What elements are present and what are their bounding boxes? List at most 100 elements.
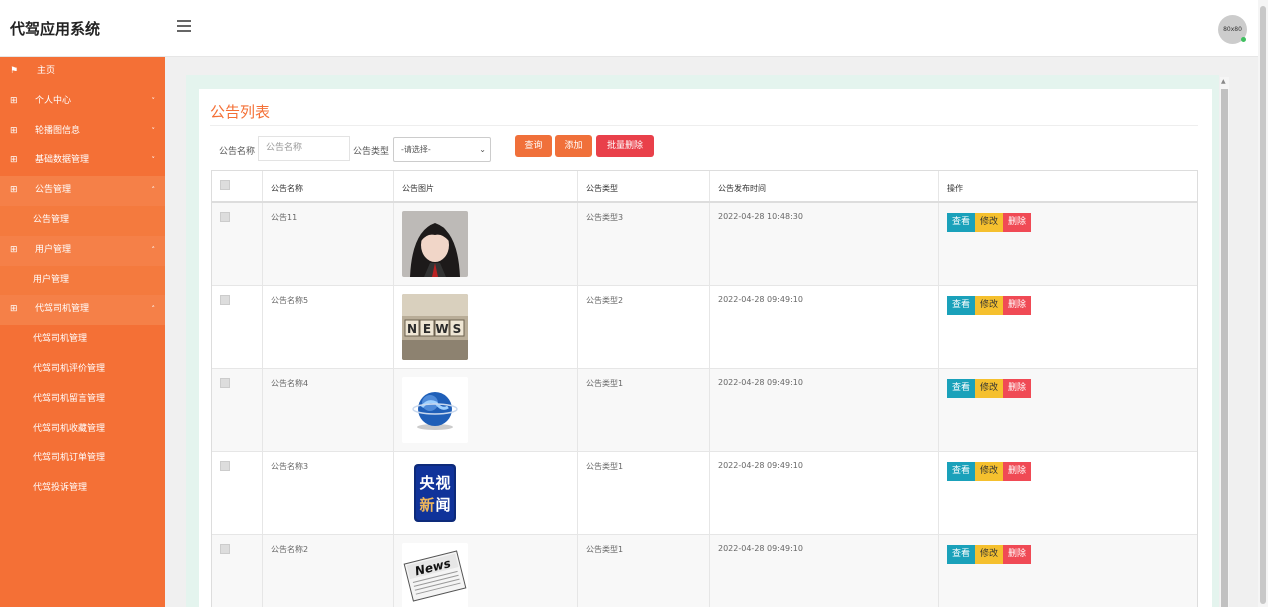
row-checkbox[interactable] <box>220 544 230 554</box>
grid-icon: ⊞ <box>10 304 18 315</box>
filter-bar: 公告名称 公告名称 公告类型 -请选择- ⌄ 查询 添加 批量删除 <box>199 135 1212 163</box>
cell-type: 公告类型1 <box>578 369 710 451</box>
edit-button[interactable]: 修改 <box>975 213 1004 232</box>
view-button[interactable]: 查看 <box>947 462 976 481</box>
edit-button[interactable]: 修改 <box>975 462 1004 481</box>
select-all-checkbox[interactable] <box>220 180 230 190</box>
notice-list-panel: 公告列表 公告名称 公告名称 公告类型 -请选择- ⌄ 查询 添加 批量删除 公… <box>199 89 1212 607</box>
header-actions: 操作 <box>947 184 963 193</box>
cell-name: 公告名称4 <box>263 369 394 451</box>
page-scrollbar[interactable] <box>1258 0 1268 607</box>
table-header-row: 公告名称 公告图片 公告类型 公告发布时间 操作 <box>212 171 1197 203</box>
sidebar-item[interactable]: ⊞ 轮播图信息 ˅ <box>0 117 165 147</box>
content-wrapper: 公告列表 公告名称 公告名称 公告类型 -请选择- ⌄ 查询 添加 批量删除 公… <box>186 75 1219 607</box>
table-row: 公告名称3 央视新闻公告类型1 2022-04-28 09:49:10 查看 修改 删除 <box>212 452 1197 535</box>
chevron-up-icon: ˄ <box>151 305 156 314</box>
delete-button[interactable]: 删除 <box>1003 296 1032 315</box>
batch-delete-button[interactable]: 批量删除 <box>596 135 654 157</box>
header-name: 公告名称 <box>263 171 394 201</box>
main-content: 公告列表 公告名称 公告名称 公告类型 -请选择- ⌄ 查询 添加 批量删除 公… <box>165 57 1268 607</box>
sidebar-subitem[interactable]: 用户管理 <box>0 265 165 296</box>
edit-button[interactable]: 修改 <box>975 545 1004 564</box>
flag-icon: ⚑ <box>10 66 19 76</box>
content-scrollbar[interactable]: ▲ <box>1220 77 1229 607</box>
sidebar-subitem[interactable]: 代驾司机收藏管理 <box>0 415 165 445</box>
page-scroll-thumb[interactable] <box>1260 6 1266 604</box>
page-title: 公告列表 <box>210 103 271 121</box>
view-button[interactable]: 查看 <box>947 545 976 564</box>
sidebar-item[interactable]: ⊞ 公告管理 ˄ <box>0 176 165 206</box>
view-button[interactable]: 查看 <box>947 379 976 398</box>
name-filter-label: 公告名称 <box>219 147 256 157</box>
sidebar-item[interactable]: ⊞ 基础数据管理 ˅ <box>0 146 165 176</box>
edit-button[interactable]: 修改 <box>975 296 1004 315</box>
grid-icon: ⊞ <box>10 185 18 196</box>
row-checkbox[interactable] <box>220 378 230 388</box>
cell-image: News <box>394 535 578 607</box>
top-bar: 代驾应用系统 80x80 <box>0 0 1268 57</box>
svg-text:W: W <box>435 322 448 336</box>
sidebar-item[interactable]: ⊞ 代驾司机管理 ˄ <box>0 295 165 326</box>
sidebar-item[interactable]: ⊞ 用户管理 ˄ <box>0 235 165 266</box>
svg-text:新: 新 <box>419 496 434 514</box>
type-filter-label: 公告类型 <box>353 147 390 157</box>
cell-image <box>394 369 578 451</box>
sidebar-subitem[interactable]: 代驾司机订单管理 <box>0 444 165 474</box>
edit-button[interactable]: 修改 <box>975 379 1004 398</box>
row-checkbox[interactable] <box>220 461 230 471</box>
sidebar-item-label: 用户管理 <box>35 244 72 255</box>
view-button[interactable]: 查看 <box>947 296 976 315</box>
cell-actions: 查看 修改 删除 <box>939 369 1198 451</box>
table-row: 公告11 公告类型3 2022-04-28 10:48:30 查看 修改 删除 <box>212 203 1197 286</box>
sidebar-subitem[interactable]: 代驾投诉管理 <box>0 474 165 504</box>
row-checkbox[interactable] <box>220 212 230 222</box>
portrait-photo[interactable] <box>402 211 569 277</box>
row-select-cell <box>212 535 263 607</box>
type-filter-select[interactable]: -请选择- ⌄ <box>393 137 491 162</box>
svg-text:闻: 闻 <box>435 496 450 514</box>
delete-button[interactable]: 删除 <box>1003 545 1032 564</box>
content-scroll-thumb[interactable] <box>1221 89 1228 607</box>
cell-type: 公告类型3 <box>578 203 710 285</box>
delete-button[interactable]: 删除 <box>1003 213 1032 232</box>
sidebar-subitem[interactable]: 公告管理 <box>0 205 165 236</box>
type-filter-selected: -请选择- <box>401 145 431 154</box>
grid-icon: ⊞ <box>10 95 18 106</box>
delete-button[interactable]: 删除 <box>1003 462 1032 481</box>
cell-actions: 查看 修改 删除 <box>939 203 1198 285</box>
delete-button[interactable]: 删除 <box>1003 379 1032 398</box>
sidebar-subitem[interactable]: 代驾司机管理 <box>0 325 165 355</box>
sidebar-item[interactable]: ⚑ 主页 <box>0 57 165 87</box>
table-row: 公告名称4 公告类型1 2022-04-28 09:49:10 查看 修改 删除 <box>212 369 1197 452</box>
chevron-down-icon: ˅ <box>151 156 156 165</box>
view-button[interactable]: 查看 <box>947 213 976 232</box>
chevron-down-icon: ⌄ <box>479 145 486 154</box>
menu-toggle-icon[interactable] <box>177 20 191 34</box>
row-select-cell <box>212 369 263 451</box>
header-time: 公告发布时间 <box>710 171 939 201</box>
scroll-up-icon[interactable]: ▲ <box>1221 78 1226 85</box>
sidebar-item[interactable]: ⊞ 个人中心 ˅ <box>0 87 165 117</box>
add-button[interactable]: 添加 <box>555 135 592 157</box>
cell-name: 公告名称3 <box>263 452 394 534</box>
sidebar-subitem[interactable]: 代驾司机留言管理 <box>0 385 165 415</box>
search-button[interactable]: 查询 <box>515 135 552 157</box>
cell-time: 2022-04-28 09:49:10 <box>710 535 939 607</box>
sidebar-subitem[interactable]: 代驾司机评价管理 <box>0 355 165 385</box>
online-status-dot <box>1241 37 1246 42</box>
cell-actions: 查看 修改 删除 <box>939 286 1198 368</box>
newspaper-photo[interactable]: News <box>402 543 569 607</box>
cell-time: 2022-04-28 09:49:10 <box>710 452 939 534</box>
row-select-cell <box>212 203 263 285</box>
name-filter-input[interactable]: 公告名称 <box>258 136 350 161</box>
chevron-down-icon: ˅ <box>151 126 156 135</box>
cell-type: 公告类型1 <box>578 452 710 534</box>
cctv-news-logo[interactable]: 央视新闻 <box>402 460 569 526</box>
row-checkbox[interactable] <box>220 295 230 305</box>
globe-news-logo[interactable] <box>402 377 569 443</box>
sidebar-item-label: 主页 <box>37 66 56 76</box>
news-blocks-photo[interactable]: NEWS <box>402 294 569 360</box>
table-row: 公告名称2 News 公告类型1 2022-04-28 09:49:10 查看 修改 删除 <box>212 535 1197 607</box>
cell-image <box>394 203 578 285</box>
cell-type: 公告类型1 <box>578 535 710 607</box>
